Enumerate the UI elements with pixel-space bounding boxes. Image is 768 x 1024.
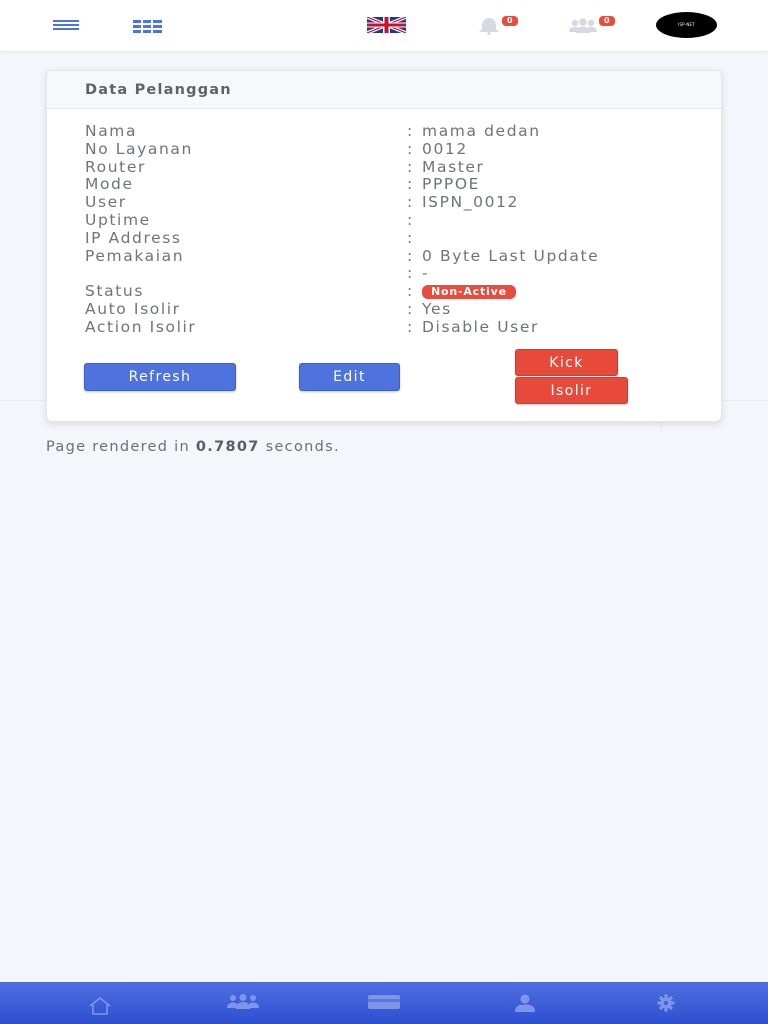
notifications-button[interactable]: 0 [476,14,524,36]
row-separator: : [407,193,414,212]
row-auto-isolir: Auto Isolir : Yes [85,299,705,319]
row-label: IP Address [85,228,182,247]
row-label: Action Isolir [85,317,197,336]
row-separator: : [407,264,414,283]
card-title: Data Pelanggan [85,82,232,98]
status-badge: Non-Active [422,285,516,300]
row-ip-address: IP Address : [85,228,705,248]
render-time-suffix: seconds. [265,439,340,455]
row-value: 0012 [422,139,468,158]
page-render-time: Page rendered in 0.7807 seconds. [46,439,340,455]
row-user: User : ISPN_0012 [85,193,705,212]
users-icon [569,18,597,33]
render-time-prefix: Page rendered in [46,439,190,455]
card-header: Data Pelanggan [47,71,721,109]
row-separator: : [407,246,414,265]
row-value: Non-Active [422,283,516,301]
row-value: - [422,264,430,283]
row-separator: : [407,282,414,301]
row-pemakaian: Pemakaian : 0 Byte Last Update [85,246,705,266]
notifications-badge: 0 [502,16,518,26]
row-separator: : [407,228,414,247]
row-label: No Layanan [85,139,193,158]
row-label: Mode [85,175,134,194]
row-label: User [85,193,127,212]
row-separator: : [407,122,414,140]
row-separator: : [407,317,414,336]
row-label: Pemakaian [85,246,185,265]
gear-icon[interactable] [652,994,680,1012]
row-last-update: : - [85,265,705,283]
apps-icon[interactable] [133,18,164,33]
row-separator: : [407,299,414,318]
avatar[interactable]: ISP-NET [656,12,717,38]
menu-icon[interactable] [53,17,81,31]
users-button[interactable]: 0 [567,14,623,36]
row-value: Master [422,157,485,176]
edit-button[interactable]: Edit [299,363,400,391]
refresh-button[interactable]: Refresh [84,363,236,391]
render-time-value: 0.7807 [195,439,260,455]
row-value: 0 Byte Last Update [422,246,600,265]
row-value: ISPN_0012 [422,193,519,212]
row-value: PPPOE [422,175,481,194]
row-separator: : [407,139,414,158]
row-label: Uptime [85,210,151,229]
row-status: Status : Non-Active [85,282,705,301]
uk-flag-icon[interactable] [366,15,407,35]
top-navbar: 0 0 ISP-NET [0,0,768,51]
row-separator: : [407,157,414,176]
user-icon[interactable] [511,994,539,1012]
bell-icon [479,18,499,35]
row-label: Status [85,282,144,301]
kick-button[interactable]: Kick [515,349,618,376]
row-label: Router [85,157,146,176]
row-no-layanan: No Layanan : 0012 [85,139,705,159]
isolir-button[interactable]: Isolir [515,377,628,404]
credit-card-icon[interactable] [367,994,401,1010]
row-value: mama dedan [422,122,541,140]
row-value: Disable User [422,317,539,336]
customer-detail-list: Nama : mama dedan No Layanan : 0012 Rout… [85,122,705,337]
row-mode: Mode : PPPOE [85,176,705,194]
bottom-navigation [0,982,768,1024]
home-icon[interactable] [87,996,113,1016]
row-label: Nama [85,122,138,140]
row-nama: Nama : mama dedan [85,122,705,141]
row-label: Auto Isolir [85,299,181,318]
row-value: Yes [422,299,452,318]
users-icon[interactable] [224,994,262,1010]
row-uptime: Uptime : [85,210,705,230]
row-separator: : [407,175,414,194]
row-action-isolir: Action Isolir : Disable User [85,317,705,337]
users-badge: 0 [599,16,615,26]
customer-data-card: Data Pelanggan Nama : mama dedan No Laya… [46,70,722,422]
row-separator: : [407,210,414,229]
row-router: Router : Master [85,157,705,177]
